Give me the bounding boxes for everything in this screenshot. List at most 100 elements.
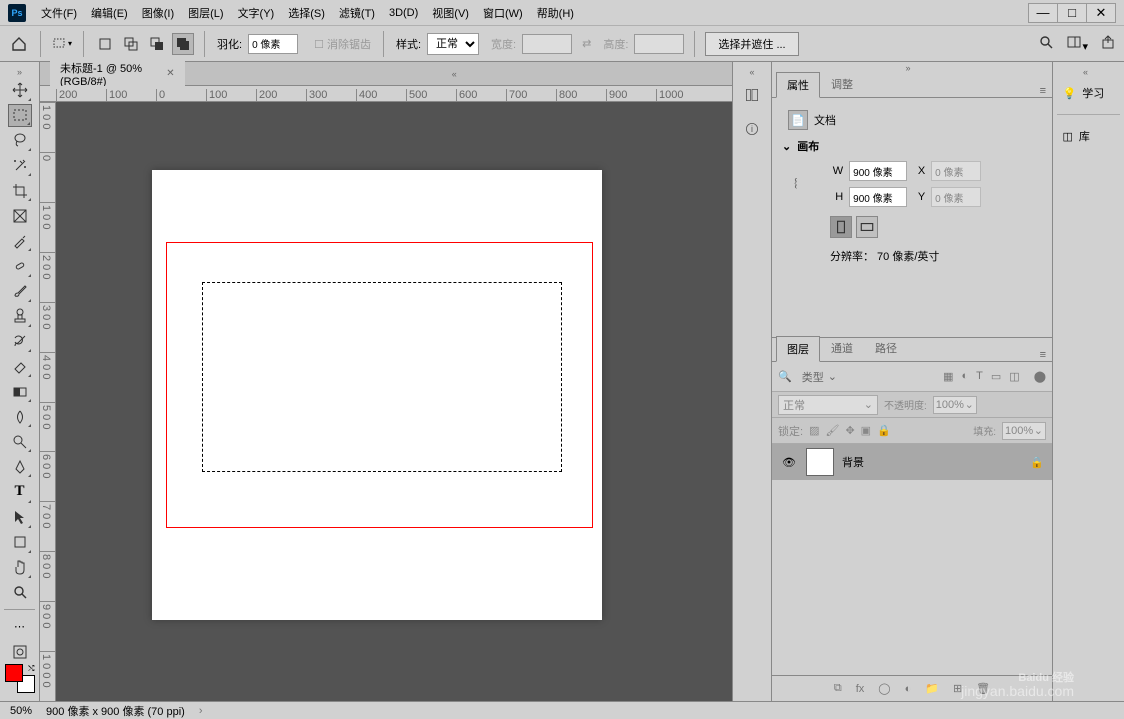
- color-swatches[interactable]: ⤭: [5, 664, 35, 693]
- fx-icon[interactable]: fx: [856, 683, 865, 695]
- filter-type-icon[interactable]: T: [976, 370, 983, 383]
- landscape-button[interactable]: [856, 216, 878, 238]
- expand-dock-icon[interactable]: «: [733, 66, 771, 78]
- lock-artboard-icon[interactable]: ▣: [861, 424, 871, 437]
- tool-preset-icon[interactable]: ▾: [51, 33, 73, 55]
- history-brush-tool[interactable]: [8, 330, 32, 353]
- path-select-tool[interactable]: [8, 506, 32, 529]
- shape-tool[interactable]: [8, 531, 32, 554]
- channels-tab[interactable]: 通道: [820, 335, 864, 361]
- info-panel-icon[interactable]: i: [739, 116, 765, 142]
- menu-help[interactable]: 帮助(H): [530, 5, 581, 21]
- menu-select[interactable]: 选择(S): [281, 5, 332, 21]
- paths-tab[interactable]: 路径: [864, 335, 908, 361]
- close-button[interactable]: ✕: [1086, 3, 1116, 23]
- layers-menu-icon[interactable]: ≡: [1040, 349, 1046, 361]
- marquee-tool[interactable]: [8, 104, 32, 127]
- pen-tool[interactable]: [8, 455, 32, 478]
- healing-tool[interactable]: [8, 254, 32, 277]
- gradient-tool[interactable]: [8, 380, 32, 403]
- intersect-selection-icon[interactable]: [172, 33, 194, 55]
- close-tab-icon[interactable]: ✕: [166, 68, 174, 79]
- learn-panel-button[interactable]: 💡 学习: [1059, 78, 1119, 108]
- menu-file[interactable]: 文件(F): [34, 5, 84, 21]
- magic-wand-tool[interactable]: [8, 154, 32, 177]
- link-layers-icon[interactable]: ⧉: [834, 682, 842, 695]
- canvas-section-header[interactable]: ⌄画布: [780, 134, 1044, 158]
- menu-edit[interactable]: 编辑(E): [84, 5, 135, 21]
- swap-colors-icon[interactable]: ⤭: [28, 664, 34, 674]
- menu-window[interactable]: 窗口(W): [476, 5, 530, 21]
- collapse-far-right-icon[interactable]: «: [1053, 66, 1124, 78]
- frame-tool[interactable]: [8, 204, 32, 227]
- style-select[interactable]: 正常: [427, 33, 479, 55]
- panel-menu-icon[interactable]: ≡: [1040, 85, 1046, 97]
- crop-tool[interactable]: [8, 179, 32, 202]
- type-tool[interactable]: T: [8, 480, 32, 503]
- status-chevron-icon[interactable]: ›: [199, 705, 203, 717]
- collapse-tools-icon[interactable]: »: [0, 66, 39, 78]
- collapse-canvas-icon[interactable]: «: [185, 68, 724, 80]
- delete-layer-icon[interactable]: 🗑: [976, 682, 990, 695]
- visibility-icon[interactable]: 👁: [780, 453, 798, 471]
- history-panel-icon[interactable]: [739, 82, 765, 108]
- layers-tab[interactable]: 图层: [776, 336, 820, 362]
- lock-transparent-icon[interactable]: ▨: [809, 424, 819, 437]
- add-selection-icon[interactable]: [120, 33, 142, 55]
- maximize-button[interactable]: □: [1057, 3, 1087, 23]
- subtract-selection-icon[interactable]: [146, 33, 168, 55]
- select-and-mask-button[interactable]: 选择并遮住 ...: [705, 32, 798, 56]
- move-tool[interactable]: [8, 79, 32, 102]
- menu-image[interactable]: 图像(I): [135, 5, 181, 21]
- portrait-button[interactable]: [830, 216, 852, 238]
- menu-view[interactable]: 视图(V): [425, 5, 476, 21]
- new-layer-icon[interactable]: ⊞: [953, 682, 962, 695]
- blur-tool[interactable]: [8, 405, 32, 428]
- layer-item-background[interactable]: 👁 背景 🔒: [772, 444, 1052, 480]
- filter-kind-dropdown[interactable]: 类型⌄: [796, 367, 843, 387]
- lock-icon[interactable]: 🔒: [1030, 456, 1044, 469]
- filter-shape-icon[interactable]: ▭: [991, 370, 1001, 383]
- filter-smart-icon[interactable]: ◫: [1009, 370, 1019, 383]
- hand-tool[interactable]: [8, 556, 32, 579]
- filter-search-icon[interactable]: 🔍: [778, 370, 792, 383]
- menu-3d[interactable]: 3D(D): [382, 7, 425, 19]
- stamp-tool[interactable]: [8, 305, 32, 328]
- canvas[interactable]: [152, 170, 602, 620]
- feather-input[interactable]: [248, 34, 298, 54]
- layer-thumbnail[interactable]: [806, 448, 834, 476]
- adjustments-tab[interactable]: 调整: [820, 71, 864, 97]
- filter-adjust-icon[interactable]: ◐: [961, 370, 968, 383]
- width-value-input[interactable]: [849, 161, 907, 181]
- filter-pixel-icon[interactable]: ▦: [943, 370, 953, 383]
- search-icon[interactable]: [1038, 34, 1054, 53]
- mask-icon[interactable]: ◯: [878, 682, 890, 695]
- lasso-tool[interactable]: [8, 129, 32, 152]
- brush-tool[interactable]: [8, 280, 32, 303]
- doc-info[interactable]: 900 像素 x 900 像素 (70 ppi): [46, 703, 185, 719]
- eyedropper-tool[interactable]: [8, 229, 32, 252]
- dodge-tool[interactable]: [8, 430, 32, 453]
- properties-tab[interactable]: 属性: [776, 72, 820, 98]
- lock-position-icon[interactable]: ✥: [845, 424, 854, 437]
- link-wh-icon[interactable]: 𝄔: [794, 176, 797, 192]
- workspace-icon[interactable]: ▾: [1066, 34, 1088, 53]
- lock-all-icon[interactable]: 🔒: [877, 424, 891, 437]
- lock-paint-icon[interactable]: 🖌: [825, 424, 839, 437]
- group-icon[interactable]: 📁: [925, 682, 939, 695]
- adjustment-layer-icon[interactable]: ◐: [905, 683, 912, 695]
- menu-filter[interactable]: 滤镜(T): [332, 5, 382, 21]
- menu-layer[interactable]: 图层(L): [181, 5, 230, 21]
- menu-type[interactable]: 文字(Y): [231, 5, 282, 21]
- edit-toolbar-icon[interactable]: ⋯: [8, 615, 32, 638]
- new-selection-icon[interactable]: [94, 33, 116, 55]
- foreground-color[interactable]: [5, 664, 23, 682]
- zoom-tool[interactable]: [8, 581, 32, 604]
- zoom-level[interactable]: 50%: [10, 705, 32, 717]
- quick-mask-icon[interactable]: [8, 640, 32, 663]
- home-icon[interactable]: [8, 33, 30, 55]
- filter-toggle-icon[interactable]: ⬤: [1034, 370, 1046, 383]
- minimize-button[interactable]: —: [1028, 3, 1058, 23]
- eraser-tool[interactable]: [8, 355, 32, 378]
- share-icon[interactable]: [1100, 34, 1116, 53]
